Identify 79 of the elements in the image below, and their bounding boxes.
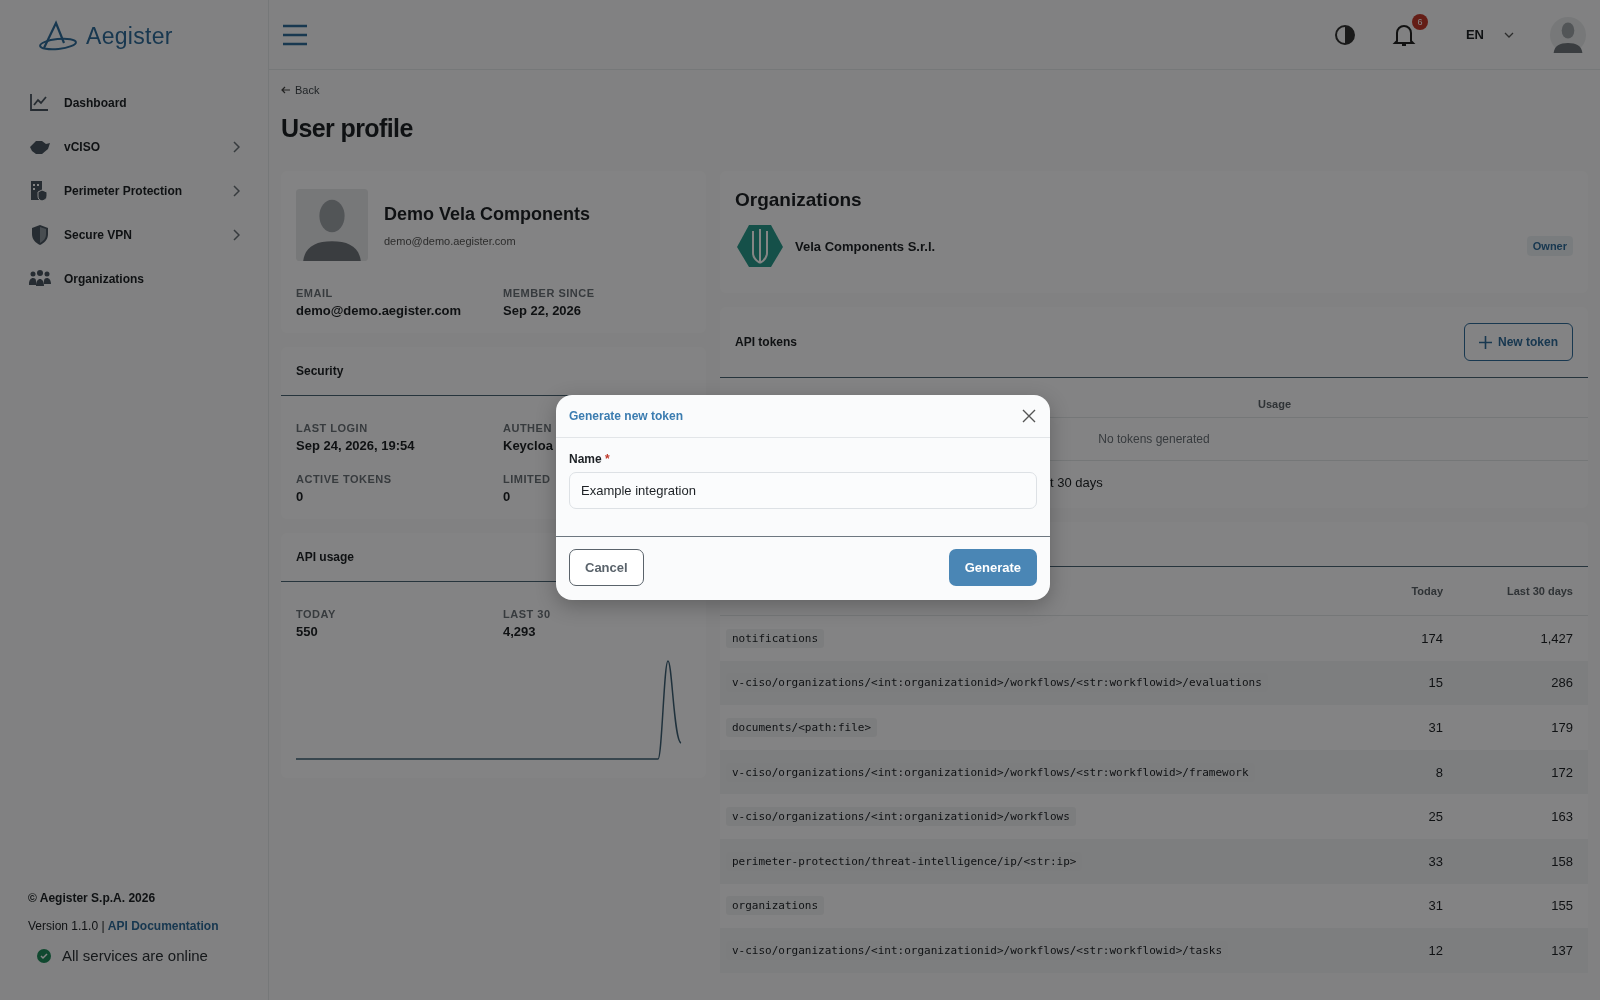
- field-label: MEMBER SINCE: [503, 287, 595, 299]
- name-field[interactable]: Example integration: [569, 472, 1037, 509]
- field-label: LIMITED: [503, 473, 551, 485]
- generate-button[interactable]: Generate: [948, 549, 1037, 586]
- field-label: ACTIVE TOKENS: [296, 473, 392, 485]
- cancel-button[interactable]: Cancel: [569, 549, 644, 586]
- endpoint-path: documents/<path:file>: [726, 718, 878, 737]
- plus-icon: [1479, 335, 1492, 349]
- close-button[interactable]: [1022, 409, 1036, 423]
- card-title: API tokens: [735, 335, 797, 349]
- back-link[interactable]: Back: [281, 84, 1588, 96]
- role-tag: Owner: [1526, 236, 1573, 256]
- field-value: 0: [296, 489, 304, 504]
- column-header: Today: [1410, 585, 1443, 597]
- language-selector[interactable]: EN: [1465, 27, 1484, 42]
- table-cell-text: 12: [1427, 942, 1443, 958]
- table-cell-text: 286: [1550, 675, 1573, 691]
- endpoint-path: notifications: [726, 628, 825, 648]
- table-cell-text: 33: [1427, 853, 1443, 869]
- field-value: 550: [296, 624, 318, 639]
- field-label: LAST 30: [503, 608, 551, 620]
- table-cell-text: 137: [1550, 942, 1573, 958]
- logo-text: Aegister: [86, 22, 173, 50]
- usage-note: t 30 days: [1050, 475, 1103, 490]
- field-label: Name: [569, 452, 602, 466]
- table-cell-text: 172: [1550, 764, 1573, 780]
- table-cell-text: 1,427: [1539, 630, 1573, 646]
- page-title: User profile: [281, 114, 414, 143]
- card-title: Organizations: [735, 189, 863, 211]
- notification-badge: 6: [1411, 13, 1428, 30]
- nav-item[interactable]: Organizations: [28, 264, 240, 294]
- new-token-button[interactable]: New token: [1464, 323, 1573, 361]
- field-value: 4,293: [503, 624, 536, 639]
- table-cell-text: 158: [1550, 853, 1573, 869]
- contrast-icon[interactable]: [1333, 23, 1356, 46]
- table-cell-text: 25: [1427, 809, 1443, 825]
- table-cell-text: 163: [1550, 809, 1573, 825]
- close-icon: [1022, 409, 1036, 423]
- table-cell-text: 155: [1550, 898, 1573, 914]
- required-mark: *: [605, 452, 610, 466]
- table-cell-text: 15: [1427, 675, 1443, 691]
- organization-logo-icon: [735, 223, 785, 269]
- empty-message: No tokens generated: [1098, 432, 1210, 446]
- endpoint-path: organizations: [726, 896, 825, 916]
- field-value: demo@demo.aegister.com: [296, 303, 462, 318]
- table-cell-text: 179: [1550, 720, 1573, 735]
- status-text: All services are online: [62, 947, 208, 964]
- field-value: Keycloa: [503, 438, 553, 453]
- copyright-text: © Aegister S.p.A. 2026: [28, 891, 157, 905]
- table-cell-text: 8: [1434, 764, 1443, 780]
- table-cell-text: 174: [1420, 630, 1443, 646]
- person-silhouette-icon: [296, 189, 368, 261]
- nav-item[interactable]: Dashboard: [28, 88, 240, 118]
- endpoint-path: v-ciso/organizations/<int:organizationid>/workflows: [726, 807, 1076, 827]
- field-value: Sep 24, 2026, 19:54: [296, 438, 415, 453]
- field-value: Sep 22, 2026: [503, 303, 582, 318]
- menu-icon[interactable]: [281, 22, 309, 47]
- organization-name: Vela Components S.r.l.: [795, 238, 937, 254]
- table-cell-text: 31: [1427, 898, 1443, 914]
- field-label: TODAY: [296, 608, 336, 620]
- arrow-left-icon: [281, 85, 291, 95]
- column-header: Usage: [1258, 398, 1293, 410]
- profile-name: Demo Vela Components: [384, 203, 591, 225]
- profile-email: demo@demo.aegister.com: [384, 234, 517, 247]
- check-icon: [36, 947, 52, 964]
- nav-item[interactable]: Secure VPN: [28, 220, 240, 250]
- field-value: 0: [503, 489, 511, 504]
- chevron-down-icon[interactable]: [1504, 31, 1514, 38]
- field-label: AUTHEN: [503, 422, 552, 434]
- avatar-icon: [1550, 16, 1586, 53]
- table-cell-text: 31: [1427, 720, 1443, 735]
- nav-item[interactable]: Perimeter Protection: [28, 176, 240, 206]
- docs-link[interactable]: API Documentation: [107, 919, 219, 933]
- column-header: Last 30 days: [1505, 585, 1573, 597]
- dialog-title: Generate new token: [569, 409, 684, 423]
- field-label: LAST LOGIN: [296, 422, 368, 434]
- field-label: EMAIL: [296, 287, 333, 299]
- version-text: Version 1.1.0 |: [28, 919, 105, 933]
- nav-item[interactable]: vCISO: [28, 132, 240, 162]
